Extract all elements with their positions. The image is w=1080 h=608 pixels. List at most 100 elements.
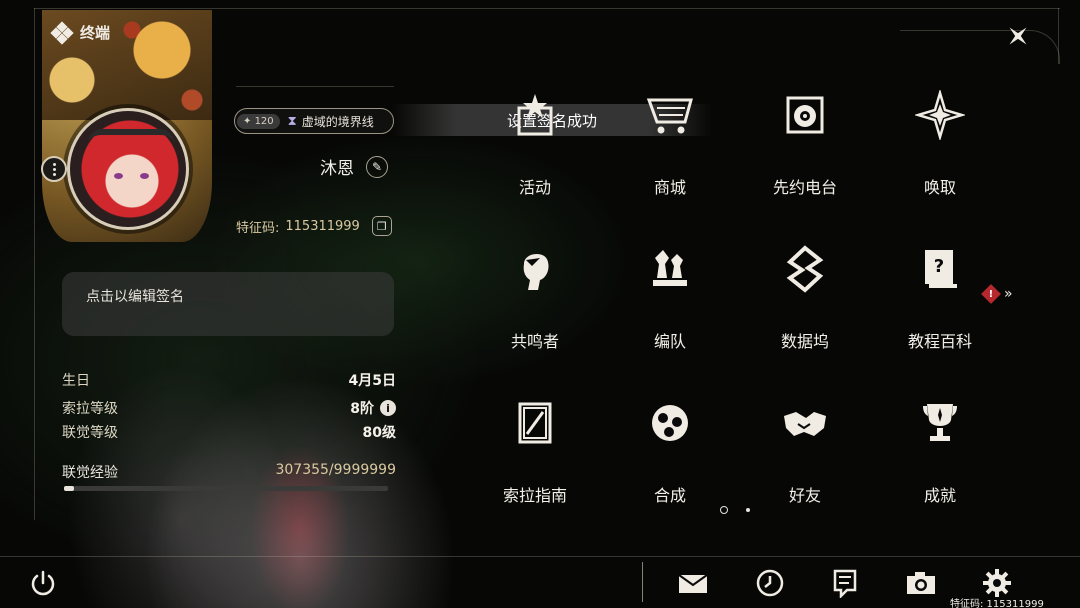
- menu-label: 活动: [518, 178, 551, 197]
- notice-button[interactable]: [828, 566, 862, 600]
- mail-button[interactable]: [676, 566, 710, 600]
- synthesis-icon: [645, 398, 695, 448]
- menu-item-achievement[interactable]: 成就: [875, 388, 1005, 508]
- page-dot-active[interactable]: [720, 506, 728, 514]
- title-badge-text: 虚域的境界线: [301, 114, 374, 129]
- menu-item-summon[interactable]: 唤取: [875, 80, 1005, 200]
- frame-left-line: [34, 8, 35, 520]
- menu-item-data-dock[interactable]: 数据坞: [740, 234, 870, 354]
- avatar-hair-band: [88, 129, 174, 143]
- pagination-dots: [720, 506, 750, 514]
- stat-value: 4月5日: [348, 373, 396, 389]
- menu-label: 合成: [653, 486, 686, 505]
- menu-item-team[interactable]: 编队: [605, 234, 735, 354]
- menu-label: 教程百科: [907, 332, 972, 351]
- uid-row: 特征码: 115311999 ❐: [236, 216, 392, 236]
- signature-text: 点击以编辑签名: [86, 289, 184, 305]
- menu-item-activity[interactable]: 活动: [470, 80, 600, 200]
- level-badge: ✦ 120: [237, 113, 280, 129]
- trophy-icon: [915, 398, 965, 448]
- tutorial-book-icon: ?: [915, 244, 965, 294]
- stat-value-wrap: 8阶 i: [350, 398, 396, 418]
- menu-label: 商城: [653, 178, 686, 197]
- more-options-button[interactable]: [41, 156, 67, 182]
- uid-label: 特征码:: [236, 220, 280, 236]
- menu-label: 先约电台: [772, 178, 837, 197]
- experience-row: 联觉经验 307355/9999999: [62, 462, 396, 482]
- experience-value: 307355/9999999: [275, 462, 396, 478]
- stat-label: 索拉等级: [62, 401, 118, 417]
- stat-value: 8阶: [350, 401, 374, 417]
- double-chevron-right-icon: »: [1004, 286, 1013, 302]
- next-page-button[interactable]: ! »: [981, 284, 1013, 304]
- handshake-icon: [780, 398, 830, 448]
- camera-button[interactable]: [904, 566, 938, 600]
- summon-compass-icon: [915, 90, 965, 140]
- page-title: 终端: [80, 24, 111, 42]
- signature-edit-box[interactable]: 点击以编辑签名: [62, 272, 394, 336]
- stats-panel: 生日 4月5日 索拉等级 8阶 i 联觉等级 80级: [62, 368, 396, 444]
- menu-label: 好友: [788, 486, 821, 505]
- stat-sola-level: 索拉等级 8阶 i: [62, 396, 396, 420]
- level-title-badge[interactable]: ✦ 120 ⧗ 虚域的境界线: [234, 108, 394, 134]
- stat-label: 联觉等级: [62, 425, 118, 441]
- team-chess-icon: [645, 244, 695, 294]
- menu-label: 唤取: [923, 178, 956, 197]
- uid-value: 115311999: [285, 218, 360, 234]
- alert-icon: !: [981, 284, 1001, 304]
- frame-top-line: [34, 8, 1060, 9]
- shop-cart-icon: [645, 90, 695, 140]
- copy-uid-button[interactable]: ❐: [371, 216, 392, 236]
- page-header: 终端: [50, 20, 111, 45]
- hourglass-icon: ⧗: [287, 113, 297, 129]
- power-button[interactable]: [28, 568, 58, 598]
- radio-icon: [780, 90, 830, 140]
- power-icon: [31, 570, 55, 596]
- page-dot[interactable]: [746, 508, 750, 512]
- experience-bar: [64, 486, 388, 491]
- stat-union-level: 联觉等级 80级: [62, 420, 396, 444]
- menu-item-friends[interactable]: 好友: [740, 388, 870, 508]
- avatar[interactable]: [67, 108, 189, 230]
- experience-label: 联觉经验: [62, 465, 118, 481]
- info-icon[interactable]: i: [380, 400, 396, 416]
- experience-bar-fill: [64, 486, 74, 491]
- close-star-icon: [1009, 27, 1027, 45]
- copy-icon: ❐: [376, 219, 387, 233]
- data-dock-icon: [780, 244, 830, 294]
- menu-item-resonator[interactable]: 共鸣者: [470, 234, 600, 354]
- pencil-icon: ✎: [371, 159, 383, 174]
- clock-button[interactable]: [753, 566, 787, 600]
- menu-item-synthesis[interactable]: 合成: [605, 388, 735, 508]
- gear-icon: [983, 569, 1011, 597]
- menu-item-shop[interactable]: 商城: [605, 80, 735, 200]
- mail-icon: [678, 574, 708, 593]
- frame-curve: [900, 30, 1060, 64]
- menu-label: 数据坞: [780, 332, 829, 351]
- avatar-eye-right: [140, 173, 149, 179]
- player-name-row: 沐恩 ✎: [320, 154, 388, 179]
- more-dots-icon: [52, 162, 56, 177]
- menu-label: 共鸣者: [510, 332, 559, 351]
- frame-inner-line: [236, 86, 394, 87]
- avatar-eye-left: [114, 173, 123, 179]
- edit-name-button[interactable]: ✎: [366, 155, 388, 178]
- stat-label: 生日: [62, 373, 90, 389]
- bottom-divider: [642, 562, 643, 602]
- guide-book-icon: [510, 398, 560, 448]
- menu-grid: 活动 商城 先约电台 唤取 共鸣者 编队 数据坞 ? 教程百科 索拉指南 合成 …: [470, 80, 1010, 505]
- menu-item-guide[interactable]: 索拉指南: [470, 388, 600, 508]
- menu-label: 索拉指南: [502, 486, 567, 505]
- menu-item-radio[interactable]: 先约电台: [740, 80, 870, 200]
- menu-label: 编队: [653, 332, 686, 351]
- svg-text:?: ?: [934, 256, 944, 277]
- activity-star-icon: [510, 90, 560, 140]
- camera-icon: [907, 572, 935, 594]
- close-button[interactable]: [1000, 18, 1036, 54]
- terminal-diamond-icon: [50, 20, 74, 45]
- stat-value: 80级: [362, 425, 396, 441]
- player-name: 沐恩: [320, 159, 354, 179]
- resonator-head-icon: [510, 244, 560, 294]
- footer-uid: 特征码: 115311999: [950, 599, 1044, 608]
- menu-label: 成就: [923, 486, 956, 505]
